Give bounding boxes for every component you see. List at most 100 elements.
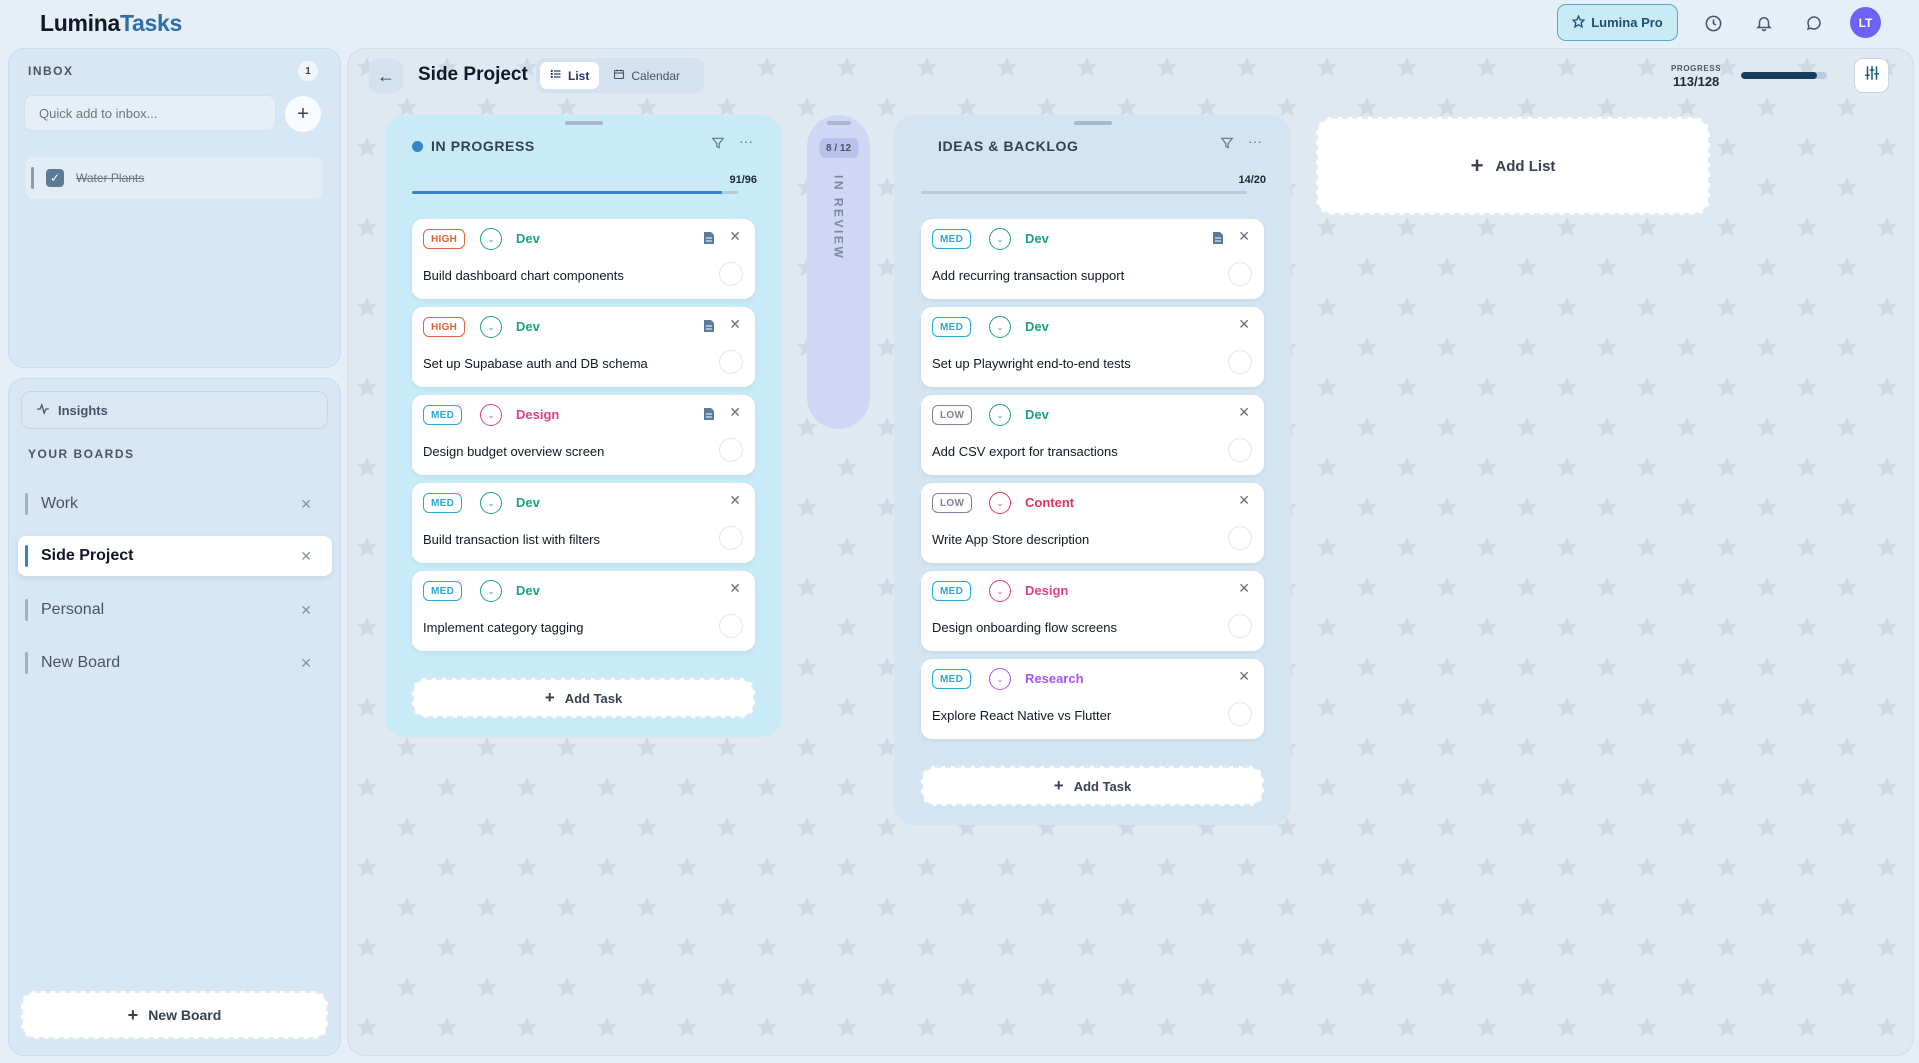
close-icon[interactable]: ✕ (300, 548, 312, 565)
category-tag[interactable]: Design (1025, 583, 1068, 598)
chevron-down-icon[interactable]: ⌄ (480, 580, 502, 602)
priority-badge[interactable]: HIGH (423, 229, 466, 249)
category-tag[interactable]: Research (1025, 671, 1084, 686)
task-complete-checkbox[interactable] (1228, 438, 1252, 462)
tab-calendar-view[interactable]: Calendar (603, 62, 690, 89)
back-button[interactable]: ← (369, 59, 403, 93)
chat-icon[interactable] (1800, 9, 1828, 37)
filter-icon[interactable] (711, 136, 725, 153)
close-icon[interactable]: ✕ (1238, 228, 1250, 245)
sidebar-board-work[interactable]: Work ✕ (18, 484, 332, 524)
chevron-down-icon[interactable]: ⌄ (989, 404, 1011, 426)
inbox-item-checkbox[interactable]: ✓ (46, 169, 64, 187)
document-icon[interactable] (1212, 231, 1224, 245)
task-card[interactable]: LOW ⌄ Content ✕ Write App Store descript… (921, 483, 1264, 563)
priority-badge[interactable]: LOW (932, 405, 973, 425)
chevron-down-icon[interactable]: ⌄ (989, 580, 1011, 602)
chevron-down-icon[interactable]: ⌄ (989, 316, 1011, 338)
column-drag-handle[interactable] (564, 121, 603, 125)
add-task-button[interactable]: + Add Task (921, 766, 1264, 806)
chevron-down-icon[interactable]: ⌄ (480, 404, 502, 426)
close-icon[interactable]: ✕ (1238, 404, 1250, 421)
chevron-down-icon[interactable]: ⌄ (480, 228, 502, 250)
ellipsis-icon[interactable]: ··· (1248, 133, 1262, 153)
quick-add-button[interactable]: + (285, 96, 321, 132)
sidebar-board-personal[interactable]: Personal ✕ (18, 590, 332, 630)
close-icon[interactable]: ✕ (729, 228, 741, 245)
task-complete-checkbox[interactable] (719, 526, 743, 550)
priority-badge[interactable]: MED (932, 229, 972, 249)
close-icon[interactable]: ✕ (729, 580, 741, 597)
board-settings-button[interactable] (1854, 58, 1889, 93)
task-complete-checkbox[interactable] (719, 350, 743, 374)
task-card[interactable]: MED ⌄ Design ✕ Design onboarding flow sc… (921, 571, 1264, 651)
priority-badge[interactable]: MED (423, 405, 463, 425)
task-complete-checkbox[interactable] (1228, 262, 1252, 286)
task-card[interactable]: MED ⌄ Research ✕ Explore React Native vs… (921, 659, 1264, 739)
sidebar-board-side-project[interactable]: Side Project ✕ (18, 536, 332, 576)
bell-icon[interactable] (1750, 9, 1778, 37)
category-tag[interactable]: Dev (1025, 231, 1049, 246)
clock-icon[interactable] (1699, 9, 1727, 37)
add-list-button[interactable]: + Add List (1316, 117, 1710, 215)
task-card[interactable]: MED ⌄ Design ✕ Design budget overview sc… (412, 395, 755, 475)
document-icon[interactable] (703, 407, 715, 421)
add-task-button[interactable]: + Add Task (412, 678, 755, 718)
chevron-down-icon[interactable]: ⌄ (480, 492, 502, 514)
task-complete-checkbox[interactable] (1228, 350, 1252, 374)
task-card[interactable]: MED ⌄ Dev ✕ Implement category tagging (412, 571, 755, 651)
task-card[interactable]: MED ⌄ Dev ✕ Add recurring transaction su… (921, 219, 1264, 299)
close-icon[interactable]: ✕ (729, 492, 741, 509)
close-icon[interactable]: ✕ (300, 655, 312, 672)
insights-button[interactable]: Insights (21, 391, 328, 429)
app-logo[interactable]: LuminaTasks (40, 10, 182, 37)
task-card[interactable]: HIGH ⌄ Dev ✕ Set up Supabase auth and DB… (412, 307, 755, 387)
new-board-button[interactable]: + New Board (21, 991, 328, 1039)
category-tag[interactable]: Dev (1025, 407, 1049, 422)
category-tag[interactable]: Dev (516, 231, 540, 246)
task-complete-checkbox[interactable] (719, 438, 743, 462)
close-icon[interactable]: ✕ (1238, 492, 1250, 509)
drag-handle[interactable] (31, 167, 34, 189)
inbox-item[interactable]: ✓ Water Plants (26, 157, 322, 199)
filter-icon[interactable] (1220, 136, 1234, 153)
category-tag[interactable]: Content (1025, 495, 1074, 510)
close-icon[interactable]: ✕ (300, 602, 312, 619)
user-avatar[interactable]: LT (1850, 7, 1881, 38)
column-drag-handle[interactable] (826, 121, 851, 125)
close-icon[interactable]: ✕ (1238, 580, 1250, 597)
task-complete-checkbox[interactable] (719, 262, 743, 286)
close-icon[interactable]: ✕ (1238, 668, 1250, 685)
close-icon[interactable]: ✕ (1238, 316, 1250, 333)
category-tag[interactable]: Dev (516, 495, 540, 510)
ellipsis-icon[interactable]: ··· (739, 133, 753, 153)
category-tag[interactable]: Design (516, 407, 559, 422)
chevron-down-icon[interactable]: ⌄ (989, 668, 1011, 690)
priority-badge[interactable]: MED (932, 317, 972, 337)
column-in-review-collapsed[interactable]: 8 / 12 IN REVIEW (807, 115, 870, 429)
chevron-down-icon[interactable]: ⌄ (989, 492, 1011, 514)
priority-badge[interactable]: LOW (932, 493, 973, 513)
priority-badge[interactable]: MED (932, 581, 972, 601)
priority-badge[interactable]: MED (932, 669, 972, 689)
task-card[interactable]: LOW ⌄ Dev ✕ Add CSV export for transacti… (921, 395, 1264, 475)
sidebar-board-new-board[interactable]: New Board ✕ (18, 643, 332, 683)
category-tag[interactable]: Dev (516, 319, 540, 334)
close-icon[interactable]: ✕ (729, 316, 741, 333)
category-tag[interactable]: Dev (1025, 319, 1049, 334)
category-tag[interactable]: Dev (516, 583, 540, 598)
task-card[interactable]: MED ⌄ Dev ✕ Build transaction list with … (412, 483, 755, 563)
priority-badge[interactable]: MED (423, 493, 463, 513)
document-icon[interactable] (703, 231, 715, 245)
tab-list-view[interactable]: List (540, 62, 600, 89)
column-drag-handle[interactable] (1073, 121, 1112, 125)
task-complete-checkbox[interactable] (1228, 614, 1252, 638)
close-icon[interactable]: ✕ (729, 404, 741, 421)
task-complete-checkbox[interactable] (719, 614, 743, 638)
priority-badge[interactable]: MED (423, 581, 463, 601)
document-icon[interactable] (703, 319, 715, 333)
lumina-pro-button[interactable]: Lumina Pro (1557, 4, 1678, 41)
task-complete-checkbox[interactable] (1228, 702, 1252, 726)
task-card[interactable]: MED ⌄ Dev ✕ Set up Playwright end-to-end… (921, 307, 1264, 387)
priority-badge[interactable]: HIGH (423, 317, 466, 337)
